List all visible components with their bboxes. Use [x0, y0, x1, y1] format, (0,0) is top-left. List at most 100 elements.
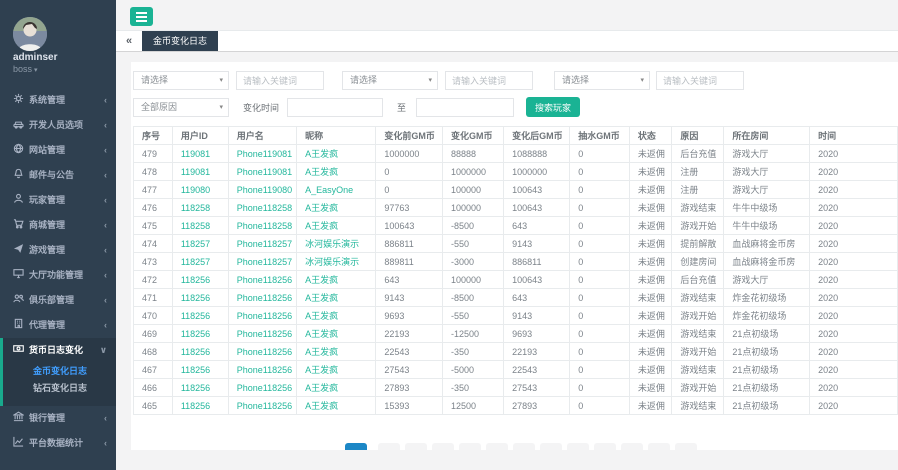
cell: 100643	[504, 199, 570, 217]
page-pill-9[interactable]	[567, 443, 589, 450]
sidebar-item-5[interactable]: 商城管理‹	[0, 213, 116, 238]
page-pill-1[interactable]	[345, 443, 367, 450]
cell-link[interactable]: 118256	[172, 379, 228, 397]
cell-link[interactable]: A王发疯	[297, 325, 376, 343]
cell-link[interactable]: Phone119081	[228, 145, 296, 163]
cell-link[interactable]: 119081	[172, 145, 228, 163]
cell-link[interactable]: 118256	[172, 271, 228, 289]
cell: 游戏开始	[672, 379, 724, 397]
sidebar-subitem-1[interactable]: 钻石变化日志	[3, 380, 116, 397]
cell-link[interactable]: Phone118256	[228, 361, 296, 379]
cell-link[interactable]: 118258	[172, 217, 228, 235]
keyword-input-1[interactable]	[236, 71, 324, 90]
cell-link[interactable]: Phone118256	[228, 289, 296, 307]
cell-link[interactable]: 冰河娱乐演示	[297, 235, 376, 253]
sidebar-item-10[interactable]: 货币日志变化∨	[3, 338, 116, 363]
sidebar-item-12[interactable]: 平台数据统计‹	[0, 431, 116, 456]
sidebar-item-11[interactable]: 银行管理‹	[0, 406, 116, 431]
time-to-input[interactable]	[416, 98, 514, 117]
filter-select-1[interactable]: 请选择 ▾	[133, 71, 229, 90]
cell-link[interactable]: Phone118257	[228, 235, 296, 253]
tab-gold-change-log[interactable]: 金币变化日志	[142, 31, 218, 51]
search-player-button[interactable]: 搜索玩家	[526, 97, 580, 117]
cell-link[interactable]: Phone118256	[228, 397, 296, 415]
cell-link[interactable]: 118256	[172, 289, 228, 307]
cell: 未返佣	[629, 397, 671, 415]
sidebar-item-7[interactable]: 大厅功能管理‹	[0, 263, 116, 288]
page-pill-3[interactable]	[405, 443, 427, 450]
cell-link[interactable]: 118257	[172, 253, 228, 271]
page-pill-7[interactable]	[513, 443, 535, 450]
cell-link[interactable]: 118256	[172, 397, 228, 415]
filter-select-3[interactable]: 请选择 ▾	[554, 71, 650, 90]
cell-link[interactable]: 118256	[172, 325, 228, 343]
cell-link[interactable]: Phone118256	[228, 307, 296, 325]
cell-link[interactable]: 118257	[172, 235, 228, 253]
coin-change-log-table: 序号用户ID用户名昵称变化前GM币变化GM币变化后GM币抽水GM币状态原因所在房…	[133, 126, 898, 415]
filter-select-2[interactable]: 请选择 ▾	[342, 71, 438, 90]
cell-link[interactable]: Phone118258	[228, 217, 296, 235]
cell-link[interactable]: A王发疯	[297, 361, 376, 379]
sidebar-item-6[interactable]: 游戏管理‹	[0, 238, 116, 263]
cell-link[interactable]: Phone119081	[228, 163, 296, 181]
cell-link[interactable]: 118256	[172, 361, 228, 379]
cell-link[interactable]: Phone118258	[228, 199, 296, 217]
cell: 未返佣	[629, 217, 671, 235]
cell-link[interactable]: Phone118257	[228, 253, 296, 271]
chevron-left-icon: ‹	[104, 213, 107, 238]
cell-link[interactable]: 118256	[172, 343, 228, 361]
collapse-tabs-icon[interactable]: «	[116, 31, 142, 51]
page-pill-10[interactable]	[594, 443, 616, 450]
content: 请选择 ▾ 请选择 ▾ 请选择 ▾	[116, 52, 898, 450]
time-from-input[interactable]	[287, 98, 383, 117]
cell-link[interactable]: Phone119080	[228, 181, 296, 199]
cell-link[interactable]: 119081	[172, 163, 228, 181]
cell-link[interactable]: Phone118256	[228, 271, 296, 289]
cell-link[interactable]: 118258	[172, 199, 228, 217]
page-pill-5[interactable]	[459, 443, 481, 450]
nav-block: 俱乐部管理‹	[0, 288, 116, 313]
cell-link[interactable]: A王发疯	[297, 289, 376, 307]
sidebar-item-2[interactable]: 网站管理‹	[0, 138, 116, 163]
cell-link[interactable]: A王发疯	[297, 199, 376, 217]
sidebar: adminser boss▾ 系统管理‹开发人员选项‹网站管理‹邮件与公告‹玩家…	[0, 0, 116, 470]
cell-link[interactable]: 119080	[172, 181, 228, 199]
sidebar-item-9[interactable]: 代理管理‹	[0, 313, 116, 338]
table-row: 476118258Phone118258A王发疯9776310000010064…	[134, 199, 898, 217]
sidebar-subitem-0[interactable]: 金币变化日志	[3, 363, 116, 380]
page-pill-8[interactable]	[540, 443, 562, 450]
cell-link[interactable]: A王发疯	[297, 343, 376, 361]
page-pill-2[interactable]	[378, 443, 400, 450]
sidebar-item-8[interactable]: 俱乐部管理‹	[0, 288, 116, 313]
page-pill-12[interactable]	[648, 443, 670, 450]
cell-link[interactable]: 118256	[172, 307, 228, 325]
page-pill-4[interactable]	[432, 443, 454, 450]
menu-toggle-button[interactable]	[130, 7, 153, 26]
sidebar-item-0[interactable]: 系统管理‹	[0, 88, 116, 113]
sidebar-item-3[interactable]: 邮件与公告‹	[0, 163, 116, 188]
cell-link[interactable]: A王发疯	[297, 379, 376, 397]
page-pill-13[interactable]	[675, 443, 697, 450]
reason-select[interactable]: 全部原因 ▾	[133, 98, 229, 117]
cell-link[interactable]: A王发疯	[297, 307, 376, 325]
cell-link[interactable]: Phone118256	[228, 325, 296, 343]
cell-link[interactable]: A王发疯	[297, 397, 376, 415]
paper-plane-icon	[13, 239, 27, 264]
keyword-input-2[interactable]	[445, 71, 533, 90]
sidebar-item-1[interactable]: 开发人员选项‹	[0, 113, 116, 138]
cell-link[interactable]: A王发疯	[297, 163, 376, 181]
sidebar-item-label: 俱乐部管理	[29, 295, 74, 305]
page-pill-11[interactable]	[621, 443, 643, 450]
cell-link[interactable]: A王发疯	[297, 271, 376, 289]
sidebar-item-4[interactable]: 玩家管理‹	[0, 188, 116, 213]
keyword-input-3[interactable]	[656, 71, 744, 90]
user-avatar[interactable]	[13, 17, 47, 51]
cell-link[interactable]: Phone118256	[228, 343, 296, 361]
page-pill-6[interactable]	[486, 443, 508, 450]
cell-link[interactable]: 冰河娱乐演示	[297, 253, 376, 271]
cell-link[interactable]: A王发疯	[297, 145, 376, 163]
user-role-dropdown[interactable]: boss▾	[13, 64, 38, 74]
cell-link[interactable]: A_EasyOne	[297, 181, 376, 199]
cell-link[interactable]: Phone118256	[228, 379, 296, 397]
cell-link[interactable]: A王发疯	[297, 217, 376, 235]
